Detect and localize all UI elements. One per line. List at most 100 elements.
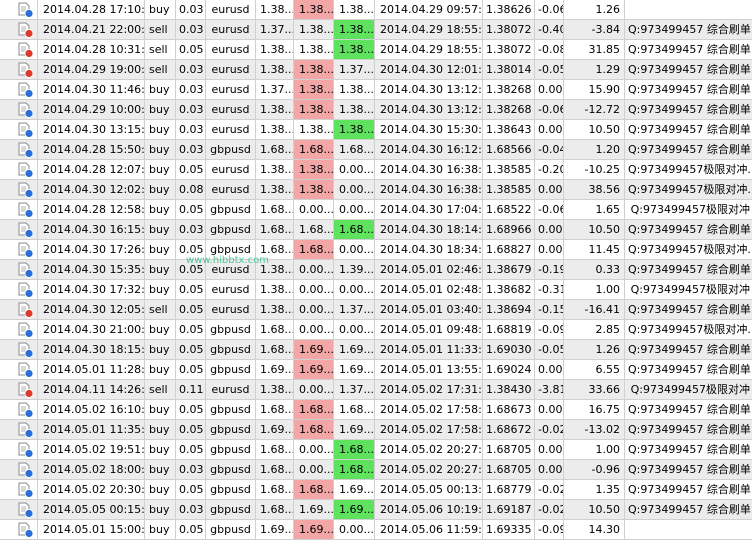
table-row[interactable]: 2014.04.30 15:35:03buy0.05eurusd1.38...0…: [0, 260, 752, 280]
profit-cell: 11.45: [564, 240, 625, 259]
table-row[interactable]: 2014.05.02 18:00:03buy0.03gbpusd1.68...0…: [0, 460, 752, 480]
type-cell: buy: [145, 360, 176, 379]
lots-cell: 0.03: [176, 20, 206, 39]
lots-cell: 0.03: [176, 140, 206, 159]
stop-loss-cell: 0.00...: [294, 200, 334, 219]
open-time-cell: 2014.04.30 18:15:02: [38, 340, 145, 359]
table-row[interactable]: 2014.05.02 19:51:03buy0.05gbpusd1.68...0…: [0, 440, 752, 460]
take-profit-cell: 1.69...: [334, 500, 375, 519]
stop-loss-cell: 1.38...: [294, 160, 334, 179]
take-profit-cell: 1.37...: [334, 380, 375, 399]
close-price-cell: 1.38682: [483, 280, 535, 299]
take-profit-cell: 0.00...: [334, 240, 375, 259]
table-row[interactable]: 2014.05.01 11:28:21buy0.05gbpusd1.69...1…: [0, 360, 752, 380]
open-price-cell: 1.68...: [256, 460, 294, 479]
table-row[interactable]: 2014.04.21 22:00:04sell0.03eurusd1.37...…: [0, 20, 752, 40]
open-time-cell: 2014.05.02 16:10:06: [38, 400, 145, 419]
table-row[interactable]: 2014.04.28 10:31:16sell0.05eurusd1.38...…: [0, 40, 752, 60]
close-time-cell: 2014.05.01 11:33:32: [375, 340, 483, 359]
lots-cell: 0.05: [176, 480, 206, 499]
table-row[interactable]: 2014.04.29 10:00:06buy0.03eurusd1.38...1…: [0, 100, 752, 120]
table-row[interactable]: 2014.05.02 20:30:06buy0.05gbpusd1.68...1…: [0, 480, 752, 500]
swap-cell: -0.20: [535, 160, 564, 179]
profit-cell: 10.50: [564, 120, 625, 139]
sell-order-icon: [18, 62, 34, 78]
lots-cell: 0.03: [176, 0, 206, 19]
table-row[interactable]: 2014.05.02 16:10:06buy0.05gbpusd1.68...1…: [0, 400, 752, 420]
open-price-cell: 1.68...: [256, 320, 294, 339]
swap-cell: 0.00: [535, 120, 564, 139]
symbol-cell: eurusd: [206, 160, 256, 179]
close-price-cell: 1.68705: [483, 440, 535, 459]
type-cell: buy: [145, 480, 176, 499]
stop-loss-cell: 1.38...: [294, 120, 334, 139]
open-price-cell: 1.37...: [256, 80, 294, 99]
open-price-cell: 1.68...: [256, 140, 294, 159]
swap-cell: 0.00: [535, 360, 564, 379]
table-row[interactable]: 2014.04.30 17:32:16buy0.05eurusd1.38...0…: [0, 280, 752, 300]
lots-cell: 0.03: [176, 60, 206, 79]
lots-cell: 0.05: [176, 520, 206, 539]
table-row[interactable]: 2014.04.30 12:05:03sell0.05eurusd1.38...…: [0, 300, 752, 320]
buy-order-icon: [18, 102, 34, 118]
table-row[interactable]: 2014.04.28 12:58:58buy0.05gbpusd1.68...0…: [0, 200, 752, 220]
close-time-cell: 2014.05.01 03:40:48: [375, 300, 483, 319]
stop-loss-cell: 1.69...: [294, 500, 334, 519]
profit-cell: 1.00: [564, 440, 625, 459]
stop-loss-cell: 1.69...: [294, 360, 334, 379]
type-cell: buy: [145, 260, 176, 279]
comment-cell: Q:973499457 综合刷单.: [628, 43, 752, 56]
take-profit-cell: 1.39...: [334, 260, 375, 279]
table-row[interactable]: 2014.05.01 11:35:02buy0.05gbpusd1.69...1…: [0, 420, 752, 440]
close-price-cell: 1.68566: [483, 140, 535, 159]
table-row[interactable]: 2014.04.30 21:00:30buy0.05gbpusd1.68...0…: [0, 320, 752, 340]
close-price-cell: 1.38072: [483, 40, 535, 59]
buy-order-icon: [18, 282, 34, 298]
table-row[interactable]: 2014.04.30 12:02:20buy0.08eurusd1.38...1…: [0, 180, 752, 200]
table-row[interactable]: 2014.04.11 14:26:28sell0.11eurusd1.38...…: [0, 380, 752, 400]
table-row[interactable]: 2014.04.28 12:07:33buy0.05eurusd1.38...1…: [0, 160, 752, 180]
buy-order-icon: [18, 422, 34, 438]
symbol-cell: gbpusd: [206, 520, 256, 539]
close-time-cell: 2014.04.30 16:38:32: [375, 180, 483, 199]
take-profit-cell: 1.68...: [334, 140, 375, 159]
open-price-cell: 1.38...: [256, 160, 294, 179]
swap-cell: -0.19: [535, 260, 564, 279]
profit-cell: 31.85: [564, 40, 625, 59]
symbol-cell: gbpusd: [206, 400, 256, 419]
order-type-icon-cell: [0, 480, 38, 499]
buy-order-icon: [18, 82, 34, 98]
stop-loss-cell: 1.68...: [294, 420, 334, 439]
type-cell: buy: [145, 520, 176, 539]
table-row[interactable]: 2014.05.05 00:15:04buy0.03gbpusd1.68...1…: [0, 500, 752, 520]
lots-cell: 0.05: [176, 340, 206, 359]
open-time-cell: 2014.05.01 15:00:37: [38, 520, 145, 539]
take-profit-cell: 1.38...: [334, 20, 375, 39]
open-time-cell: 2014.04.29 10:00:06: [38, 100, 145, 119]
table-row[interactable]: 2014.04.29 19:00:02sell0.03eurusd1.38...…: [0, 60, 752, 80]
table-row[interactable]: 2014.04.30 18:15:02buy0.05gbpusd1.68...1…: [0, 340, 752, 360]
comment-cell: [625, 0, 752, 19]
close-time-cell: 2014.04.29 09:57:38: [375, 0, 483, 19]
open-time-cell: 2014.04.28 15:50:06: [38, 140, 145, 159]
symbol-cell: eurusd: [206, 180, 256, 199]
comment-cell: Q:973499457 综合刷单.: [628, 223, 752, 236]
open-time-cell: 2014.04.30 16:15:03: [38, 220, 145, 239]
open-time-cell: 2014.04.30 21:00:30: [38, 320, 145, 339]
table-row[interactable]: 2014.04.30 17:26:29buy0.05gbpusd1.68...1…: [0, 240, 752, 260]
table-row[interactable]: 2014.05.01 15:00:37buy0.05gbpusd1.69...1…: [0, 520, 752, 540]
open-time-cell: 2014.04.28 17:10:02: [38, 0, 145, 19]
take-profit-cell: 1.38...: [334, 40, 375, 59]
comment-cell: Q:973499457 综合刷单.: [628, 123, 752, 136]
table-row[interactable]: 2014.04.30 11:46:16buy0.03eurusd1.37...1…: [0, 80, 752, 100]
table-row[interactable]: 2014.04.30 13:15:07buy0.03eurusd1.38...1…: [0, 120, 752, 140]
close-time-cell: 2014.05.02 20:27:48: [375, 460, 483, 479]
table-row[interactable]: 2014.04.28 17:10:02buy0.03eurusd1.38...1…: [0, 0, 752, 20]
table-row[interactable]: 2014.04.28 15:50:06buy0.03gbpusd1.68...1…: [0, 140, 752, 160]
close-price-cell: 1.68819: [483, 320, 535, 339]
close-price-cell: 1.38694: [483, 300, 535, 319]
symbol-cell: eurusd: [206, 60, 256, 79]
stop-loss-cell: 1.38...: [294, 20, 334, 39]
symbol-cell: gbpusd: [206, 200, 256, 219]
table-row[interactable]: 2014.04.30 16:15:03buy0.03gbpusd1.68...1…: [0, 220, 752, 240]
